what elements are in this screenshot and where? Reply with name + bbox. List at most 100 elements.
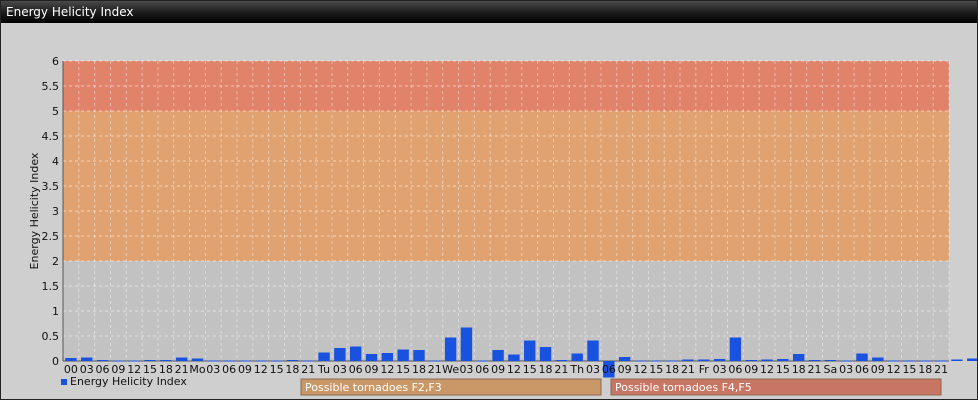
- bar: [682, 359, 694, 361]
- bar: [745, 360, 757, 361]
- legend-swatch: [61, 379, 67, 385]
- x-tick-label: Mo: [189, 363, 205, 376]
- x-tick-label: 18: [539, 363, 553, 376]
- x-tick-label: 09: [618, 363, 632, 376]
- x-tick-label: 09: [365, 363, 379, 376]
- bar: [698, 359, 710, 361]
- x-tick-label: 03: [713, 363, 727, 376]
- x-tick-label: 18: [285, 363, 299, 376]
- bar: [824, 360, 837, 361]
- x-tick-label: 09: [871, 363, 885, 376]
- energy-helicity-chart: 0 0.5 1 1.5 2 2.5 3 3.5 4 4.5 5 5.5 6 Energy Helicity…: [28, 55, 977, 396]
- bar: [618, 357, 631, 361]
- bar: [460, 327, 473, 361]
- bar: [808, 360, 821, 361]
- x-tick-label: 12: [760, 363, 774, 376]
- bar: [286, 360, 299, 361]
- bar: [555, 360, 568, 361]
- bar: [951, 359, 963, 361]
- x-tick-label: 18: [918, 363, 932, 376]
- bar: [539, 347, 552, 361]
- bar: [793, 354, 805, 361]
- x-tick-label: 09: [491, 363, 505, 376]
- annotation-label-2: Possible tornadoes F4,F5: [615, 381, 752, 394]
- y-tick-label: 2: [52, 255, 59, 268]
- x-tick-label: 12: [254, 363, 268, 376]
- bar: [761, 359, 773, 361]
- bar: [967, 358, 977, 361]
- bar: [334, 348, 346, 361]
- x-tick-label: 06: [602, 363, 616, 376]
- y-tick-label: 5: [52, 105, 59, 118]
- annotation-label-1: Possible tornadoes F2,F3: [305, 381, 442, 394]
- y-tick-label: 3.5: [42, 180, 60, 193]
- bar: [650, 360, 662, 362]
- y-tick-label: 0: [52, 355, 59, 368]
- x-tick-label: 12: [633, 363, 647, 376]
- x-tick-label: We: [442, 363, 459, 376]
- bar: [508, 354, 520, 361]
- x-tick-label: 15: [270, 363, 284, 376]
- x-tick-label: 18: [792, 363, 806, 376]
- x-tick-label: 21: [808, 363, 822, 376]
- bar: [444, 337, 457, 361]
- bar: [397, 349, 409, 361]
- y-tick-label: 6: [52, 55, 59, 68]
- bar: [365, 354, 378, 361]
- x-tick-label: 09: [238, 363, 252, 376]
- chart-widget: Energy Helicity Index 0 0.5 1 1.5 2 2.5 3 3.5 4 4…: [0, 0, 978, 400]
- bar: [270, 360, 283, 362]
- bar: [476, 360, 488, 362]
- widget-title: Energy Helicity Index: [1, 1, 977, 23]
- x-tick-label: 03: [459, 363, 473, 376]
- y-tick-label: 5.5: [42, 80, 60, 93]
- x-tick-label: 21: [554, 363, 568, 376]
- bar: [524, 340, 536, 361]
- y-tick-label: 3: [52, 205, 59, 218]
- legend-label: Energy Helicity Index: [70, 375, 187, 388]
- bar: [175, 357, 188, 361]
- x-tick-label: 06: [475, 363, 489, 376]
- bar: [840, 360, 852, 362]
- x-tick-label: 12: [380, 363, 394, 376]
- bar: [935, 360, 947, 362]
- bar: [587, 340, 599, 361]
- bar: [729, 337, 742, 361]
- bar: [350, 346, 362, 361]
- bar: [634, 360, 647, 362]
- x-tick-label: Fr: [699, 363, 710, 376]
- bar: [713, 359, 726, 361]
- bar: [223, 360, 235, 362]
- bar: [96, 360, 109, 361]
- y-tick-label: 4: [52, 155, 59, 168]
- bar: [919, 360, 931, 362]
- x-tick-label: 06: [222, 363, 236, 376]
- x-tick-label: 15: [902, 363, 916, 376]
- x-tick-label: Sa: [823, 363, 837, 376]
- bar: [302, 360, 314, 362]
- x-tick-label: 06: [855, 363, 869, 376]
- y-tick-label: 1.5: [42, 280, 60, 293]
- x-tick-label: 03: [586, 363, 600, 376]
- bar: [492, 350, 504, 361]
- x-tick-label: 03: [206, 363, 220, 376]
- x-tick-label: 03: [839, 363, 853, 376]
- bar: [65, 358, 77, 361]
- y-tick-label: 2.5: [42, 230, 60, 243]
- x-tick-label: 09: [744, 363, 758, 376]
- bar: [777, 359, 789, 361]
- x-tick-label: 21: [428, 363, 442, 376]
- bar: [872, 357, 884, 361]
- bar: [429, 360, 441, 362]
- y-axis-title: Energy Helicity Index: [28, 152, 41, 269]
- bar: [856, 353, 868, 361]
- bar: [571, 353, 583, 361]
- bar: [191, 358, 204, 361]
- bar: [318, 352, 330, 361]
- x-tick-label: 06: [349, 363, 363, 376]
- x-tick-label: Th: [569, 363, 584, 376]
- x-tick-label: 18: [412, 363, 426, 376]
- x-tick-label: 21: [681, 363, 695, 376]
- x-tick-label: 12: [507, 363, 521, 376]
- bar: [413, 350, 425, 361]
